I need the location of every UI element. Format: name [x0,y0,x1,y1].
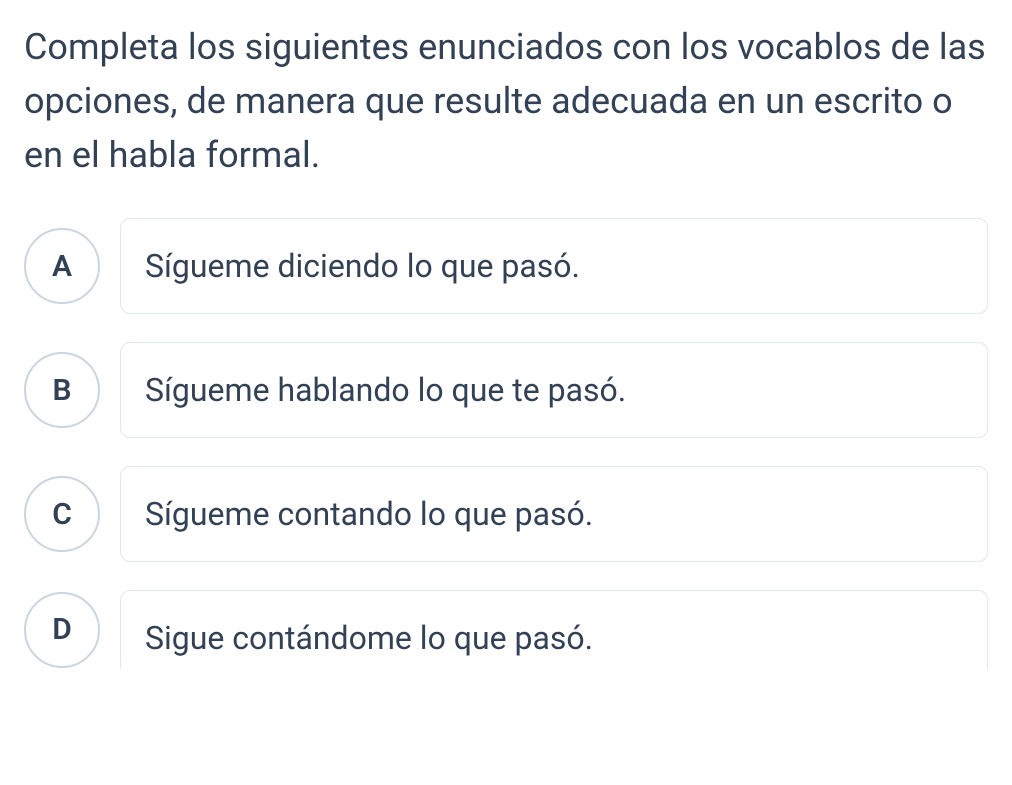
question-prompt: Completa los siguientes enunciados con l… [24,20,988,182]
option-letter-d[interactable]: D [24,592,100,668]
option-text-b[interactable]: Sígueme hablando lo que te pasó. [120,342,988,438]
option-c[interactable]: C Sígueme contando lo que pasó. [24,466,988,562]
option-text-a[interactable]: Sígueme diciendo lo que pasó. [120,218,988,314]
option-letter-a[interactable]: A [24,228,100,304]
option-text-d[interactable]: Sigue contándome lo que pasó. [120,590,988,669]
option-d[interactable]: D Sigue contándome lo que pasó. [24,590,988,669]
option-a[interactable]: A Sígueme diciendo lo que pasó. [24,218,988,314]
option-letter-c[interactable]: C [24,476,100,552]
options-list: A Sígueme diciendo lo que pasó. B Síguem… [24,218,988,669]
option-letter-b[interactable]: B [24,352,100,428]
option-b[interactable]: B Sígueme hablando lo que te pasó. [24,342,988,438]
option-text-c[interactable]: Sígueme contando lo que pasó. [120,466,988,562]
